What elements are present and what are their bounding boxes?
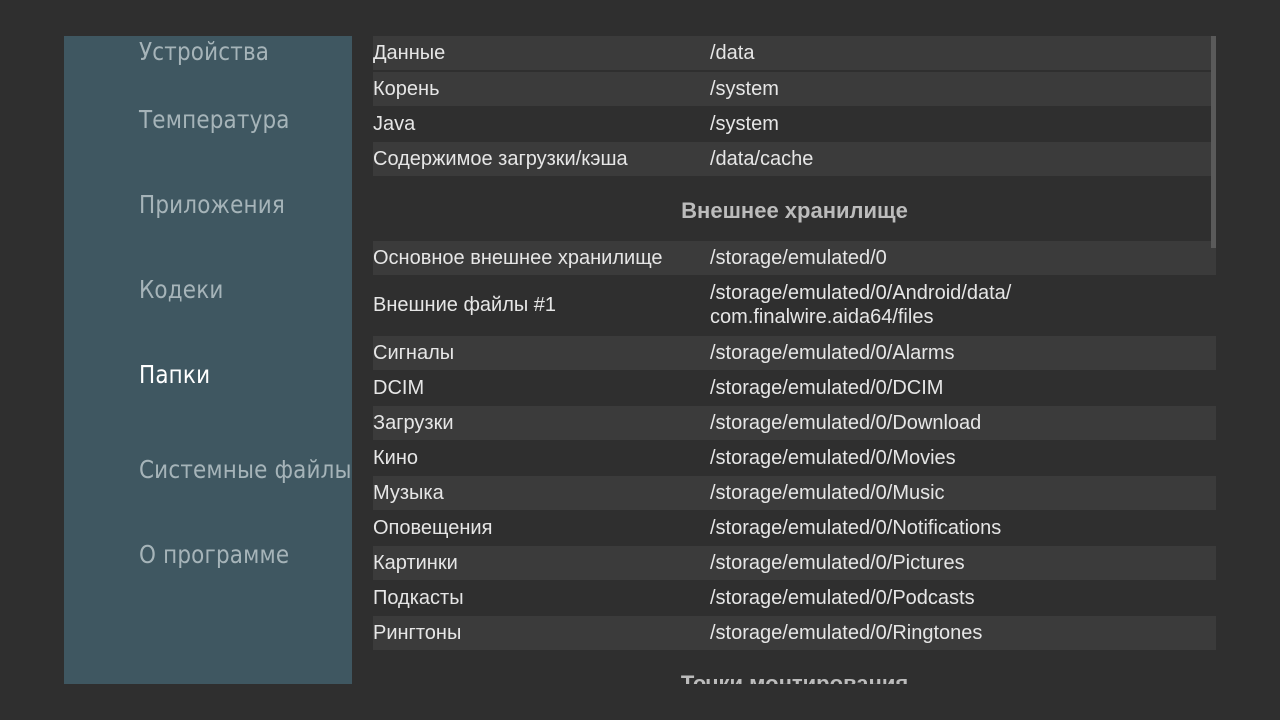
row-value: /storage/emulated/0/Notifications <box>710 517 1002 539</box>
table-row: Кино /storage/emulated/0/Movies <box>373 441 1216 475</box>
row-label: Java <box>373 112 416 135</box>
app-window: Устройства Температура Приложения Кодеки… <box>0 0 1280 720</box>
row-value: /storage/emulated/0/Android/data/ com.fi… <box>710 282 1012 328</box>
row-label: Основное внешнее хранилище <box>373 246 663 269</box>
sidebar-item-folders[interactable]: Папки <box>139 355 210 395</box>
sidebar-nav: Устройства Температура Приложения Кодеки… <box>64 36 352 684</box>
row-label: DCIM <box>373 376 425 399</box>
row-value: /data <box>710 42 755 64</box>
row-value: /storage/emulated/0/Download <box>710 412 982 434</box>
row-value: /storage/emulated/0/Pictures <box>710 552 965 574</box>
row-label: Внешние файлы #1 <box>373 293 557 316</box>
row-value: /storage/emulated/0 <box>710 247 887 269</box>
row-label: Музыка <box>373 481 444 504</box>
row-value: /data/cache <box>710 148 814 170</box>
row-label: Подкасты <box>373 586 464 609</box>
row-value: /storage/emulated/0/Alarms <box>710 342 955 364</box>
table-row: Оповещения /storage/emulated/0/Notificat… <box>373 511 1216 545</box>
table-row: Загрузки /storage/emulated/0/Download <box>373 406 1216 440</box>
section-title-external-storage: Внешнее хранилище <box>681 198 908 223</box>
row-value: /storage/emulated/0/Podcasts <box>710 587 975 609</box>
table-row: Рингтоны /storage/emulated/0/Ringtones <box>373 616 1216 650</box>
row-label: Содержимое загрузки/кэша <box>373 147 628 170</box>
sidebar-item-codecs[interactable]: Кодеки <box>139 270 224 310</box>
sidebar-item-about[interactable]: О программе <box>139 535 289 575</box>
row-label: Кино <box>373 446 418 469</box>
row-value: /storage/emulated/0/Ringtones <box>710 622 983 644</box>
row-label: Загрузки <box>373 411 454 434</box>
table-row: DCIM /storage/emulated/0/DCIM <box>373 371 1216 405</box>
row-value: /storage/emulated/0/DCIM <box>710 377 944 399</box>
row-value: /system <box>710 78 779 100</box>
row-value: /storage/emulated/0/Music <box>710 482 945 504</box>
sidebar-item-apps[interactable]: Приложения <box>139 185 285 225</box>
row-label: Сигналы <box>373 341 455 364</box>
folders-panel[interactable]: Данные /data Корень /system Java /system… <box>373 36 1216 684</box>
sidebar-item-system-files[interactable]: Системные файлы <box>139 450 352 490</box>
table-row: Музыка /storage/emulated/0/Music <box>373 476 1216 510</box>
row-label: Данные <box>373 41 446 64</box>
row-label: Картинки <box>373 551 458 574</box>
table-row: Подкасты /storage/emulated/0/Podcasts <box>373 581 1216 615</box>
row-value: /system <box>710 113 779 135</box>
table-row: Картинки /storage/emulated/0/Pictures <box>373 546 1216 580</box>
sidebar-item-devices[interactable]: Устройства <box>139 36 269 72</box>
table-row: Основное внешнее хранилище /storage/emul… <box>373 241 1216 275</box>
sidebar-item-temperature[interactable]: Температура <box>139 100 290 140</box>
row-label: Корень <box>373 77 440 100</box>
table-row: Корень /system <box>373 72 1216 106</box>
table-row: Данные /data <box>373 36 1216 70</box>
row-value: /storage/emulated/0/Movies <box>710 447 956 469</box>
section-title-mount-points: Точки монтирования <box>680 671 909 684</box>
row-label: Рингтоны <box>373 621 462 644</box>
table-row: Java /system <box>373 107 1216 141</box>
table-row: Содержимое загрузки/кэша /data/cache <box>373 142 1216 176</box>
table-row: Сигналы /storage/emulated/0/Alarms <box>373 336 1216 370</box>
table-row: Внешние файлы #1 /storage/emulated/0/And… <box>373 276 1216 334</box>
row-label: Оповещения <box>373 516 493 539</box>
content-scrollbar[interactable] <box>1211 36 1216 248</box>
